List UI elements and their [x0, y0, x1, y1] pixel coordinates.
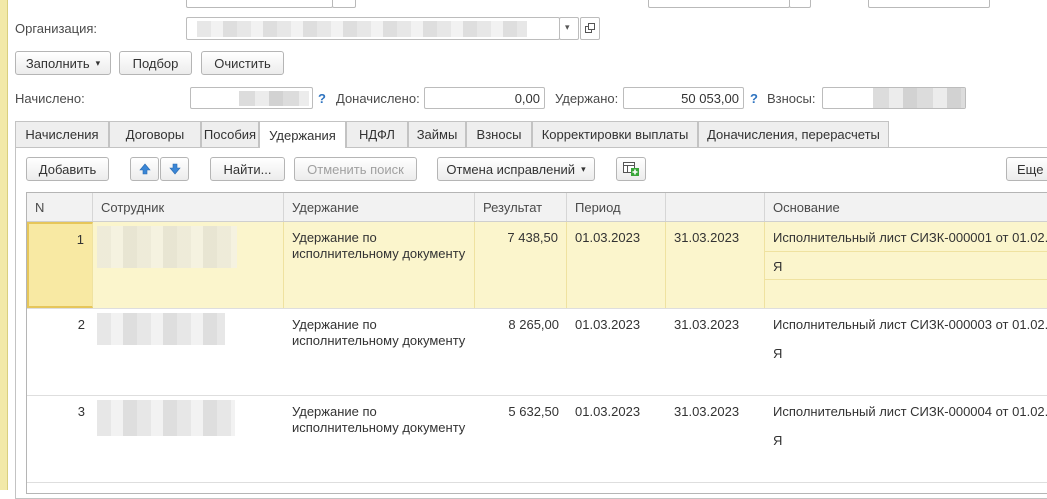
organization-dropdown-button[interactable]: ▾ — [559, 17, 579, 40]
table-row[interactable]: 2 Удержание по исполнительному документу… — [27, 309, 1047, 396]
period-start-cell[interactable]: 01.03.2023 — [567, 309, 666, 395]
move-down-button[interactable] — [160, 157, 189, 181]
tab-benefits[interactable]: Пособия — [201, 121, 259, 147]
tab-payment-adjustments[interactable]: Корректировки выплаты — [532, 121, 698, 147]
column-header-period[interactable]: Период — [567, 193, 666, 221]
tab-ndfl[interactable]: НДФЛ — [346, 121, 408, 147]
employee-cell[interactable] — [93, 396, 284, 482]
left-border — [0, 0, 8, 490]
contributions-value-blurred — [873, 88, 965, 108]
basis-document: Исполнительный лист СИЗК-000001 от 01.02… — [773, 230, 1047, 245]
column-header-result[interactable]: Результат — [475, 193, 567, 221]
additional-field[interactable]: 0,00 — [424, 87, 545, 109]
table-row[interactable]: 1 Удержание по исполнительному документу… — [27, 222, 1047, 309]
employee-name-blurred — [97, 226, 237, 268]
pick-button[interactable]: Подбор — [119, 51, 192, 75]
undo-corrections-button[interactable]: Отмена исправлений ▾ — [437, 157, 595, 181]
table-header: N Сотрудник Удержание Результат Период О… — [27, 193, 1047, 222]
top-field-3[interactable] — [868, 0, 990, 8]
top-field-1-dropdown[interactable] — [332, 0, 356, 8]
basis-cell[interactable]: Исполнительный лист СИЗК-000003 от 01.02… — [765, 309, 1047, 395]
result-cell[interactable]: 8 265,00 — [475, 309, 567, 395]
table-settings-button[interactable] — [616, 157, 646, 181]
employee-name-blurred — [97, 313, 225, 345]
cancel-search-button[interactable]: Отменить поиск — [294, 157, 417, 181]
organization-label: Организация: — [15, 21, 98, 36]
employee-cell[interactable] — [93, 222, 284, 308]
tab-recalculations[interactable]: Доначисления, перерасчеты — [698, 121, 889, 147]
deductions-table: N Сотрудник Удержание Результат Период О… — [26, 192, 1047, 494]
tab-deductions[interactable]: Удержания — [259, 121, 346, 148]
basis-responsible: Я — [773, 259, 783, 274]
basis-document: Исполнительный лист СИЗК-000004 от 01.02… — [773, 404, 1047, 419]
result-cell[interactable]: 5 632,50 — [475, 396, 567, 482]
column-header-deduction[interactable]: Удержание — [284, 193, 475, 221]
basis-cell[interactable]: Исполнительный лист СИЗК-000001 от 01.02… — [765, 222, 1047, 308]
chevron-down-icon: ▾ — [581, 163, 586, 174]
contributions-label: Взносы: — [767, 91, 816, 106]
clear-button[interactable]: Очистить — [201, 51, 284, 75]
accrued-value-blurred — [239, 91, 309, 106]
accrued-field[interactable] — [190, 87, 313, 109]
chevron-down-icon: ▾ — [565, 22, 570, 32]
withheld-field[interactable]: 50 053,00 — [623, 87, 744, 109]
deduction-cell[interactable]: Удержание по исполнительному документу — [284, 396, 475, 482]
move-up-button[interactable] — [130, 157, 159, 181]
arrow-up-icon — [138, 163, 151, 175]
employee-cell[interactable] — [93, 309, 284, 395]
period-start-cell[interactable]: 01.03.2023 — [567, 222, 666, 308]
basis-responsible: Я — [773, 433, 783, 448]
tab-accruals[interactable]: Начисления — [15, 121, 109, 147]
withheld-help-icon[interactable]: ? — [750, 91, 758, 106]
additional-label: Доначислено: — [336, 91, 420, 106]
undo-corrections-label: Отмена исправлений — [446, 161, 576, 177]
result-cell[interactable]: 7 438,50 — [475, 222, 567, 308]
organization-value-blurred — [197, 21, 527, 37]
employee-name-blurred — [97, 400, 235, 436]
open-window-icon — [585, 23, 595, 33]
tab-contributions[interactable]: Взносы — [466, 121, 532, 147]
period-end-cell[interactable]: 31.03.2023 — [666, 396, 765, 482]
table-add-icon — [623, 162, 639, 176]
fill-button[interactable]: Заполнить ▾ — [15, 51, 111, 75]
tab-contracts[interactable]: Договоры — [109, 121, 201, 147]
basis-document: Исполнительный лист СИЗК-000003 от 01.02… — [773, 317, 1047, 332]
column-header-basis[interactable]: Основание — [765, 193, 1047, 221]
deduction-cell[interactable]: Удержание по исполнительному документу — [284, 309, 475, 395]
period-end-cell[interactable]: 31.03.2023 — [666, 222, 765, 308]
add-button[interactable]: Добавить — [26, 157, 109, 181]
column-header-n[interactable]: N — [27, 193, 93, 221]
accrued-help-icon[interactable]: ? — [318, 91, 326, 106]
row-number[interactable]: 2 — [27, 309, 93, 395]
fill-button-label: Заполнить — [25, 55, 90, 71]
column-header-period-end[interactable] — [666, 193, 765, 221]
additional-value: 0,00 — [514, 91, 540, 106]
find-button[interactable]: Найти... — [210, 157, 285, 181]
arrow-down-icon — [168, 163, 181, 175]
top-field-2[interactable] — [648, 0, 790, 8]
basis-responsible: Я — [773, 346, 783, 361]
tab-loans[interactable]: Займы — [408, 121, 466, 147]
basis-cell[interactable]: Исполнительный лист СИЗК-000004 от 01.02… — [765, 396, 1047, 482]
top-field-2-dropdown[interactable] — [789, 0, 811, 8]
withheld-value: 50 053,00 — [681, 91, 739, 106]
row-number[interactable]: 3 — [27, 396, 93, 482]
contributions-field[interactable] — [822, 87, 966, 109]
deduction-cell[interactable]: Удержание по исполнительному документу — [284, 222, 475, 308]
table-row[interactable]: 3 Удержание по исполнительному документу… — [27, 396, 1047, 483]
withheld-label: Удержано: — [555, 91, 619, 106]
period-end-cell[interactable]: 31.03.2023 — [666, 309, 765, 395]
column-header-employee[interactable]: Сотрудник — [93, 193, 284, 221]
organization-open-button[interactable] — [580, 17, 600, 40]
chevron-down-icon: ▾ — [95, 57, 101, 68]
more-button[interactable]: Еще — [1006, 157, 1047, 181]
accrued-label: Начислено: — [15, 91, 85, 106]
top-field-1[interactable] — [186, 0, 333, 8]
organization-input[interactable] — [186, 17, 560, 40]
period-start-cell[interactable]: 01.03.2023 — [567, 396, 666, 482]
row-number[interactable]: 1 — [27, 222, 93, 308]
